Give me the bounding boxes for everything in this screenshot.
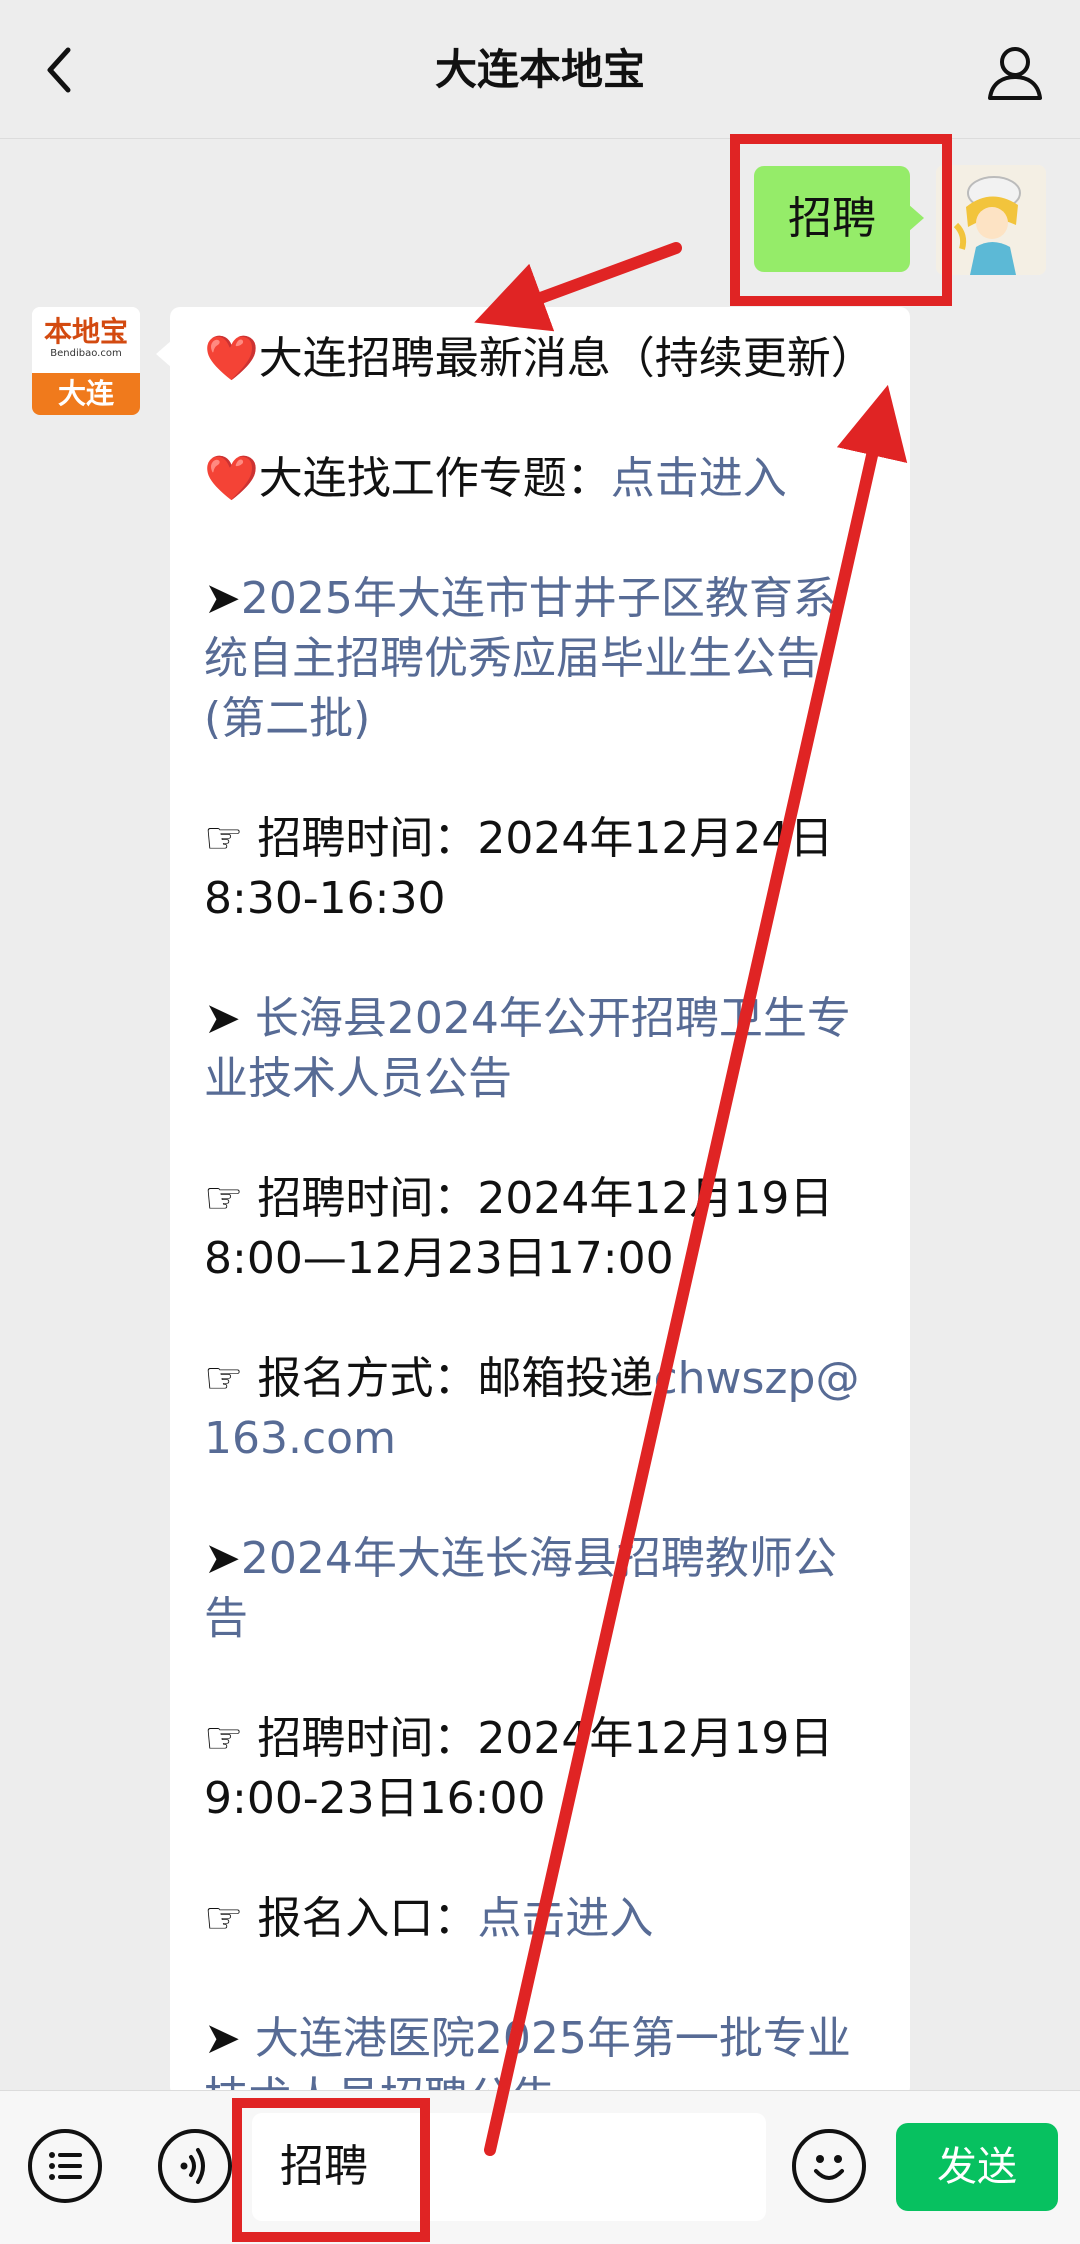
official-account-avatar[interactable]: 本地宝 Bendibao.com 大连: [32, 307, 140, 415]
job-link-4[interactable]: 大连港医院2025年第一批专业技术人员招聘公告: [204, 2013, 851, 2097]
bullet-arrow: ➤: [204, 993, 255, 1044]
my-message-bubble[interactable]: 招聘: [754, 166, 924, 272]
reply-topic-line: ❤️大连找工作专题：点击进入: [204, 449, 876, 509]
avatar-sub-text: Bendibao.com: [50, 348, 122, 359]
annotation-arrow-short: [474, 242, 682, 332]
job-link-1[interactable]: 2025年大连市甘井子区教育系统自主招聘优秀应届毕业生公告(第二批): [204, 573, 837, 744]
avatar-city-text: 大连: [32, 373, 140, 415]
signup-label: ☞ 报名方式：邮箱投递: [204, 1353, 654, 1404]
job-time-1: ☞ 招聘时间：2024年12月24日8:30-16:30: [204, 813, 834, 924]
job-item-1: ➤2025年大连市甘井子区教育系统自主招聘优秀应届毕业生公告(第二批): [204, 569, 876, 749]
profile-icon[interactable]: [984, 40, 1046, 102]
send-button[interactable]: 发送: [896, 2123, 1058, 2211]
page-title: 大连本地宝: [434, 45, 645, 94]
bullet-arrow: ➤: [204, 2013, 255, 2064]
entry-label: ☞ 报名入口：: [204, 1893, 478, 1944]
reply-bubble: ❤️大连招聘最新消息（持续更新） ❤️大连找工作专题：点击进入 ➤2025年大连…: [170, 307, 910, 2097]
reply-heading: ❤️大连招聘最新消息（持续更新）: [204, 333, 875, 384]
entry-link[interactable]: 点击进入: [477, 1893, 653, 1944]
job-entry-3: ☞ 报名入口：点击进入: [204, 1889, 876, 1949]
input-bar: 招聘 发送: [0, 2090, 1080, 2244]
job-item-3: ➤2024年大连长海县招聘教师公告: [204, 1529, 876, 1649]
header-bar: 大连本地宝: [0, 0, 1080, 139]
topic-label: ❤️大连找工作专题：: [204, 453, 611, 504]
emoji-icon[interactable]: [792, 2129, 866, 2203]
job-time-2: ☞ 招聘时间：2024年12月19日8:00—12月23日17:00: [204, 1173, 834, 1284]
job-signup-2: ☞ 报名方式：邮箱投递chwszp@163.com: [204, 1349, 876, 1469]
message-input[interactable]: 招聘: [252, 2113, 766, 2221]
bullet-arrow: ➤: [204, 573, 241, 624]
avatar-brand-text: 本地宝: [43, 315, 128, 348]
job-time-3: ☞ 招聘时间：2024年12月19日9:00-23日16:00: [204, 1713, 834, 1824]
topic-link[interactable]: 点击进入: [611, 453, 787, 504]
job-link-3[interactable]: 2024年大连长海县招聘教师公告: [204, 1533, 837, 1644]
job-link-2[interactable]: 长海县2024年公开招聘卫生专业技术人员公告: [204, 993, 851, 1104]
menu-icon[interactable]: [28, 2129, 102, 2203]
job-item-2: ➤ 长海县2024年公开招聘卫生专业技术人员公告: [204, 989, 876, 1109]
voice-icon[interactable]: [158, 2129, 232, 2203]
job-item-4: ➤ 大连港医院2025年第一批专业技术人员招聘公告: [204, 2009, 876, 2097]
my-avatar[interactable]: [936, 165, 1046, 275]
bullet-arrow: ➤: [204, 1533, 241, 1584]
